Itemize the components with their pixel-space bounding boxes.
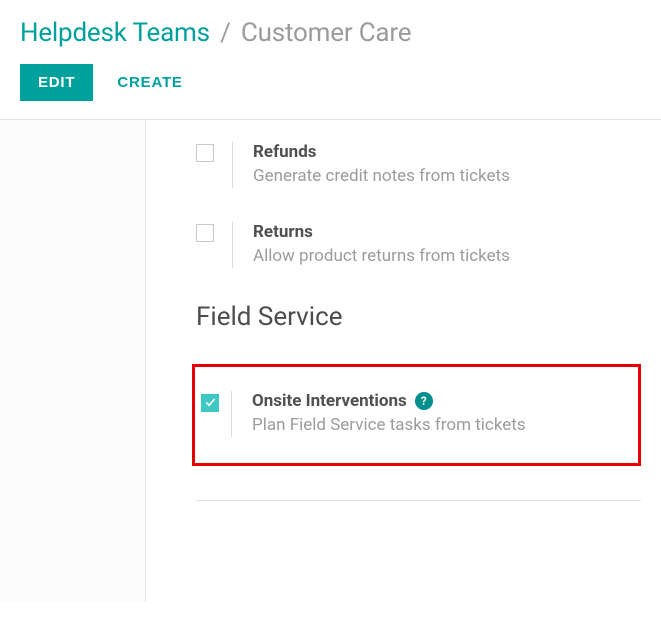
content: Refunds Generate credit notes from ticke… xyxy=(146,120,661,602)
setting-row-onsite-interventions: Onsite Interventions ? Plan Field Servic… xyxy=(192,364,641,466)
refunds-checkbox[interactable] xyxy=(196,144,214,162)
help-icon[interactable]: ? xyxy=(415,392,433,410)
breadcrumb-current: Customer Care xyxy=(241,18,411,48)
setting-row-returns: Returns Allow product returns from ticke… xyxy=(196,222,641,268)
body-area: Refunds Generate credit notes from ticke… xyxy=(0,120,661,602)
vertical-rule xyxy=(232,222,233,268)
header: Helpdesk Teams / Customer Care EDIT CREA… xyxy=(0,0,661,101)
refunds-title: Refunds xyxy=(253,142,510,162)
returns-checkbox[interactable] xyxy=(196,224,214,242)
refunds-desc: Generate credit notes from tickets xyxy=(253,166,510,186)
check-icon xyxy=(205,397,216,408)
edit-button[interactable]: EDIT xyxy=(20,64,93,101)
vertical-rule xyxy=(231,391,232,437)
section-title-field-service: Field Service xyxy=(196,302,641,332)
vertical-rule xyxy=(232,142,233,188)
breadcrumb: Helpdesk Teams / Customer Care xyxy=(20,18,641,48)
create-button[interactable]: CREATE xyxy=(117,64,182,101)
setting-row-refunds: Refunds Generate credit notes from ticke… xyxy=(196,142,641,188)
onsite-interventions-checkbox[interactable] xyxy=(201,394,219,412)
breadcrumb-parent[interactable]: Helpdesk Teams xyxy=(20,18,210,48)
onsite-interventions-desc: Plan Field Service tasks from tickets xyxy=(252,415,526,435)
left-gutter xyxy=(0,120,146,602)
onsite-interventions-title-row: Onsite Interventions ? xyxy=(252,391,526,411)
onsite-interventions-title: Onsite Interventions xyxy=(252,391,407,411)
content-divider xyxy=(196,500,641,501)
breadcrumb-separator: / xyxy=(216,18,235,48)
returns-desc: Allow product returns from tickets xyxy=(253,246,510,266)
returns-title: Returns xyxy=(253,222,510,242)
action-bar: EDIT CREATE xyxy=(20,64,641,101)
